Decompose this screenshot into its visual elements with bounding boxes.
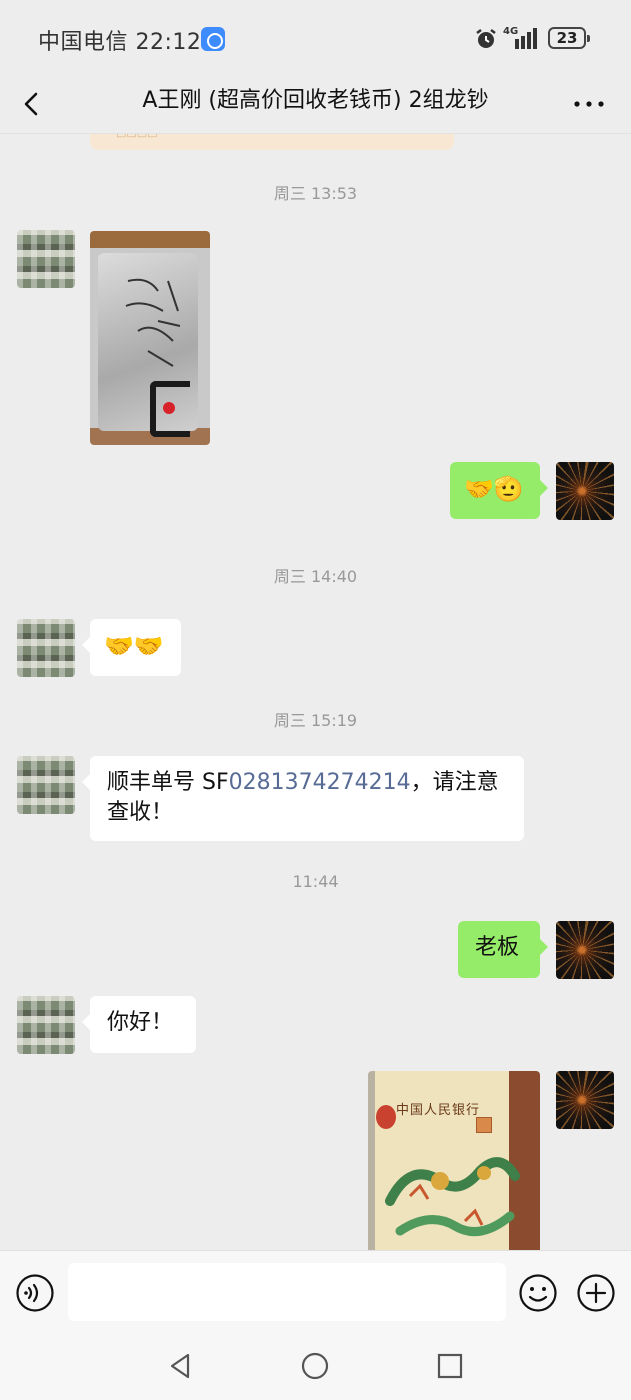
system-nav-bar <box>0 1334 631 1400</box>
chevron-left-icon[interactable] <box>14 86 50 122</box>
self-avatar[interactable] <box>556 462 614 520</box>
card-message-remnant: ▭▭▭▭ <box>90 134 454 150</box>
contact-avatar[interactable] <box>17 756 75 814</box>
timestamp: 周三 13:53 <box>273 184 358 203</box>
message-bubble-incoming[interactable]: 🤝🤝 <box>82 619 181 676</box>
smiley-icon[interactable] <box>518 1273 558 1313</box>
message-bubble-incoming[interactable]: 你好！ <box>82 996 196 1053</box>
signal-icon <box>515 28 537 49</box>
parcel-photo-message[interactable] <box>90 231 210 445</box>
tracking-line-2: 查收！ <box>107 800 174 825</box>
alarm-icon <box>476 29 496 48</box>
app-notification-icon <box>201 27 225 51</box>
banknote-photo-message[interactable]: 中国人民银行 <box>368 1071 540 1250</box>
handwriting-mark <box>125 278 181 367</box>
message-bubble-outgoing[interactable]: 🤝🫡 <box>450 462 548 519</box>
banknote-caption: 中国人民银行 <box>396 1103 481 1118</box>
national-emblem <box>376 1105 396 1129</box>
message-bubble-outgoing[interactable]: 老板 <box>458 921 548 978</box>
message-input[interactable] <box>68 1263 506 1321</box>
self-avatar[interactable] <box>556 921 614 979</box>
battery-icon: 23 <box>548 27 590 49</box>
nav-recents-icon[interactable] <box>435 1351 465 1381</box>
voice-icon[interactable] <box>15 1273 55 1313</box>
carrier-time: 中国电信 22:12 <box>38 30 202 55</box>
contact-avatar[interactable] <box>17 619 75 677</box>
contact-avatar[interactable] <box>17 996 75 1054</box>
tracking-suffix: ，请注意 <box>410 770 499 795</box>
dragon-illustration <box>385 1157 520 1237</box>
plus-icon[interactable] <box>576 1273 616 1313</box>
self-avatar[interactable] <box>556 1071 614 1129</box>
tracking-number-link[interactable]: 0281374274214 <box>229 770 411 795</box>
chat-title: A王刚 (超高价回收老钱币) 2组龙钞 <box>142 88 489 113</box>
status-bar: 中国电信 22:12 4G 23 <box>0 0 631 76</box>
tracking-line-1: 顺丰单号 SF0281374274214，请注意 <box>107 768 507 798</box>
timestamp: 周三 15:19 <box>273 711 358 730</box>
chat-header: A王刚 (超高价回收老钱币) 2组龙钞 <box>0 76 631 134</box>
input-bar <box>0 1250 631 1334</box>
parcel-logo-dot <box>163 402 175 414</box>
message-list[interactable]: ▭▭▭▭ 周三 13:53 🤝🫡 周三 14:40 🤝🤝 周三 15:19 顺丰… <box>0 134 631 1250</box>
timestamp: 周三 14:40 <box>273 567 358 586</box>
tracking-message-bubble[interactable]: 顺丰单号 SF0281374274214，请注意 查收！ <box>82 756 524 841</box>
battery-level: 23 <box>556 29 578 47</box>
nav-home-icon[interactable] <box>300 1351 330 1381</box>
nav-back-icon[interactable] <box>166 1351 196 1381</box>
contact-avatar[interactable] <box>17 230 75 288</box>
ellipsis-icon[interactable] <box>571 88 607 120</box>
banknote-stamp <box>476 1117 492 1133</box>
tracking-prefix: 顺丰单号 SF <box>107 770 229 795</box>
timestamp: 11:44 <box>292 872 339 891</box>
